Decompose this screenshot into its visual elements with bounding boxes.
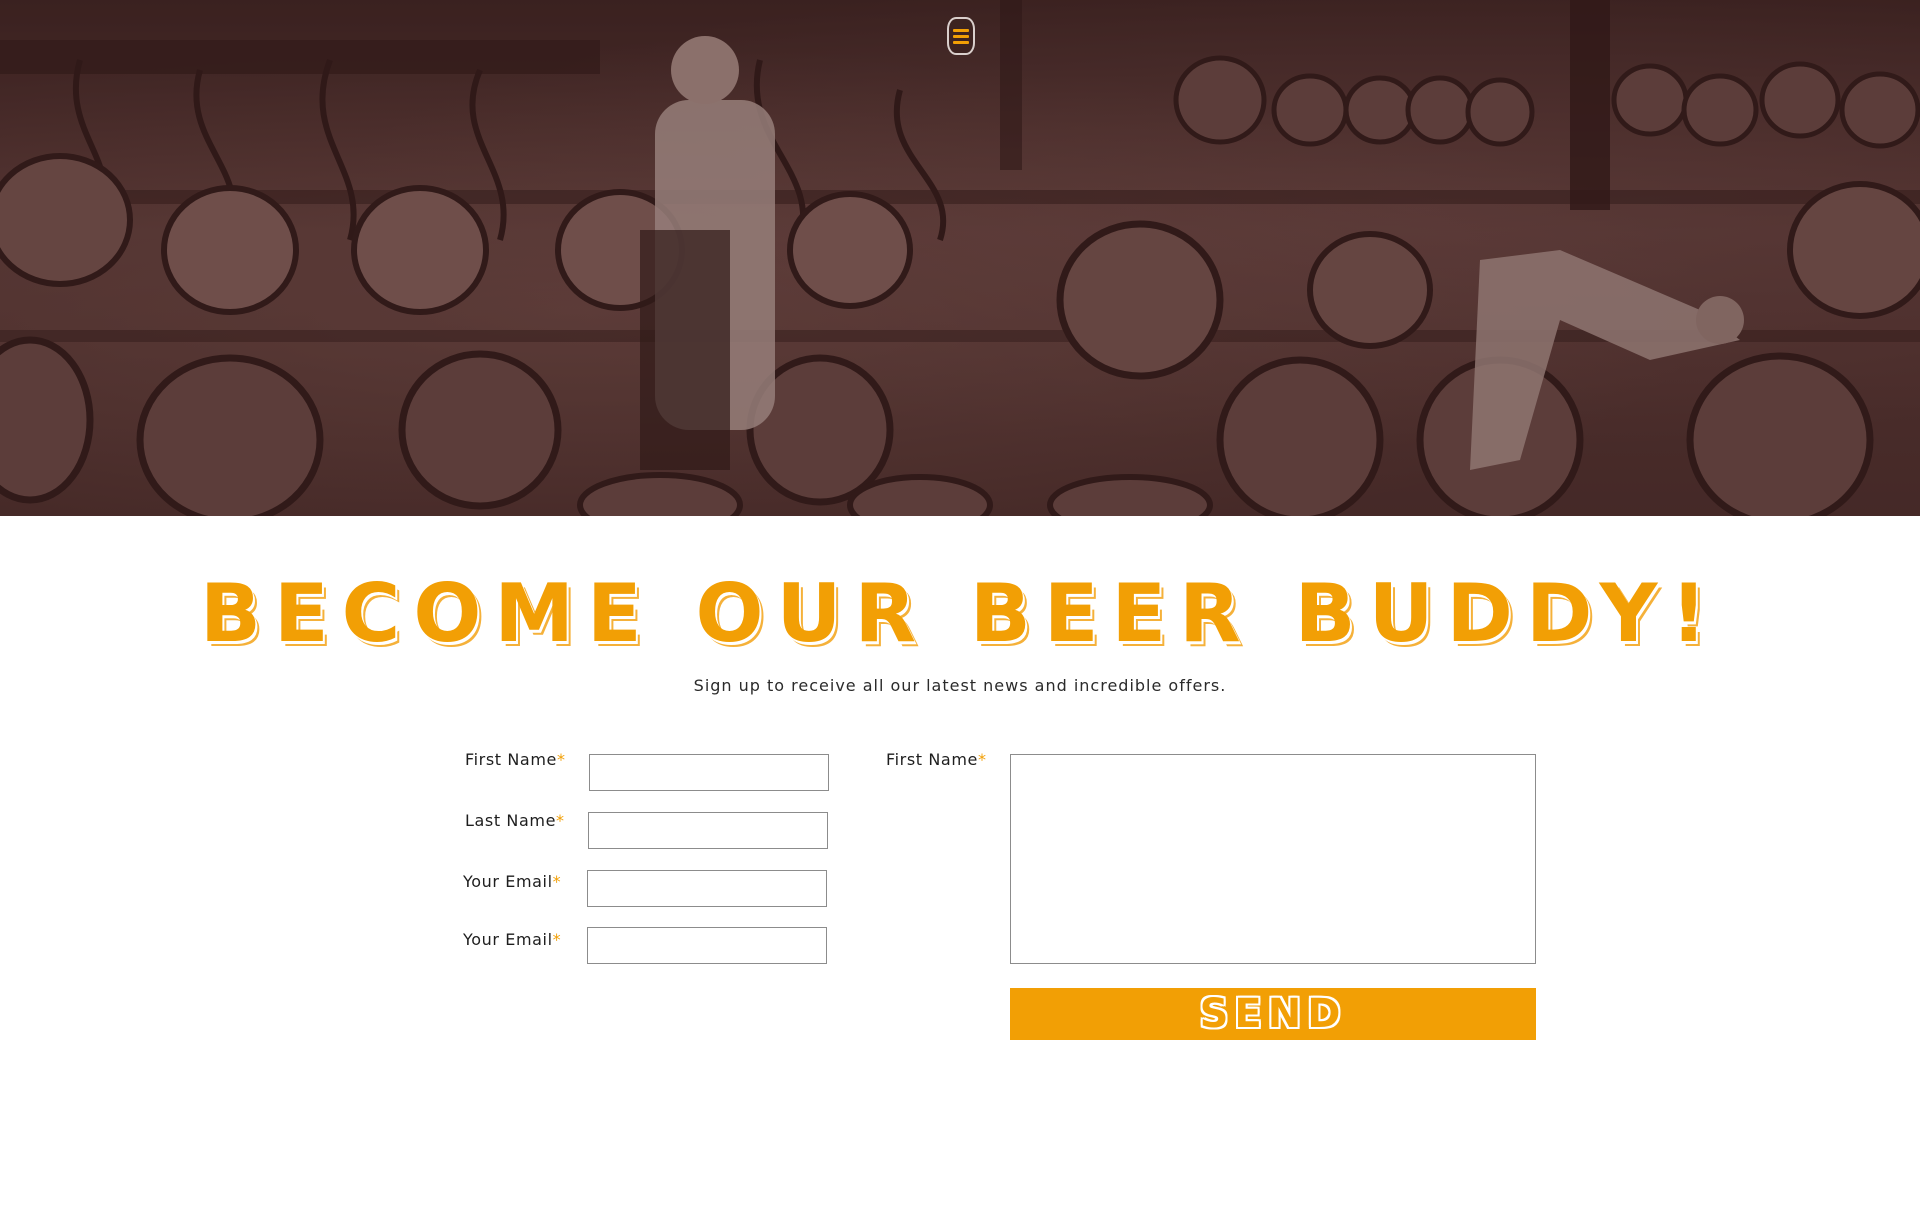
last-name-input[interactable] <box>588 812 828 849</box>
send-button[interactable]: SEND <box>1010 988 1536 1040</box>
required-marker: * <box>977 750 987 769</box>
page-title: BECOME OUR BEER BUDDY! <box>200 567 1720 660</box>
first-name-label: First Name* <box>465 750 566 769</box>
required-marker: * <box>552 872 562 891</box>
message-label-text: First Name <box>886 750 978 769</box>
hamburger-menu-icon[interactable] <box>947 17 975 55</box>
first-name-input[interactable] <box>589 754 829 791</box>
email-confirm-label: Your Email* <box>463 930 561 949</box>
email-confirm-label-text: Your Email <box>463 930 553 949</box>
email-confirm-input[interactable] <box>587 927 827 964</box>
menu-bar <box>953 34 969 38</box>
hero-brewery-photo <box>0 0 1920 516</box>
required-marker: * <box>552 930 562 949</box>
email-input[interactable] <box>587 870 827 907</box>
required-marker: * <box>556 811 565 830</box>
last-name-label: Last Name* <box>465 811 565 830</box>
send-button-label: SEND <box>1199 991 1347 1037</box>
menu-bar <box>953 28 969 32</box>
first-name-label-text: First Name <box>465 750 557 769</box>
email-label: Your Email* <box>463 872 561 891</box>
email-label-text: Your Email <box>463 872 553 891</box>
menu-bar <box>953 40 969 44</box>
page-subtitle: Sign up to receive all our latest news a… <box>693 676 1227 695</box>
message-textarea[interactable] <box>1010 754 1536 964</box>
hero-banner <box>0 0 1920 516</box>
required-marker: * <box>556 750 566 769</box>
message-label: First Name* <box>886 750 987 769</box>
last-name-label-text: Last Name <box>465 811 557 830</box>
